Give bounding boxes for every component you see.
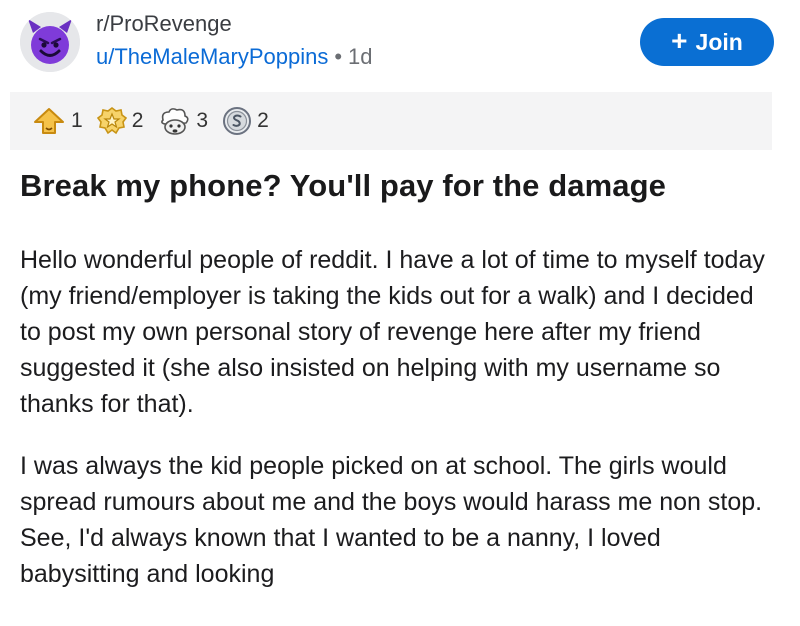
post-age: 1d: [348, 44, 373, 69]
award-count: 2: [131, 109, 144, 132]
join-label: Join: [695, 28, 743, 55]
award-upvote[interactable]: 1: [32, 106, 83, 136]
author-line: u/TheMaleMaryPoppins • 1d: [96, 42, 373, 72]
post-body: Hello wonderful people of reddit. I have…: [20, 242, 780, 592]
plus-icon: +: [671, 24, 688, 56]
award-count: 2: [257, 109, 269, 132]
post-paragraph: Hello wonderful people of reddit. I have…: [20, 246, 765, 418]
subreddit-name[interactable]: r/ProRevenge: [96, 10, 373, 38]
author-username[interactable]: u/TheMaleMaryPoppins: [96, 44, 328, 69]
upvote-award-icon: [34, 108, 64, 134]
star-badge-award-icon: [96, 107, 127, 135]
award-star-badge[interactable]: 2: [96, 106, 144, 136]
award-silver-coin[interactable]: 2: [222, 106, 269, 136]
award-mind-blown[interactable]: 3: [157, 106, 208, 136]
post-paragraph: I was always the kid people picked on at…: [20, 452, 763, 588]
subreddit-avatar[interactable]: [20, 12, 80, 72]
post-title[interactable]: Break my phone? You'll pay for the damag…: [20, 168, 666, 204]
meta-separator: •: [334, 44, 343, 69]
awards-bar[interactable]: 1 2 3 2: [10, 92, 772, 150]
join-button[interactable]: + Join: [640, 18, 774, 66]
award-count: 3: [196, 109, 209, 132]
post-header: r/ProRevenge u/TheMaleMaryPoppins • 1d + J…: [0, 0, 800, 92]
devil-face-icon: [20, 12, 80, 72]
mind-blown-award-icon: [161, 108, 189, 135]
post-meta: r/ProRevenge u/TheMaleMaryPoppins • 1d: [96, 10, 373, 72]
award-count: 1: [71, 109, 83, 132]
silver-coin-award-icon: [223, 107, 252, 135]
